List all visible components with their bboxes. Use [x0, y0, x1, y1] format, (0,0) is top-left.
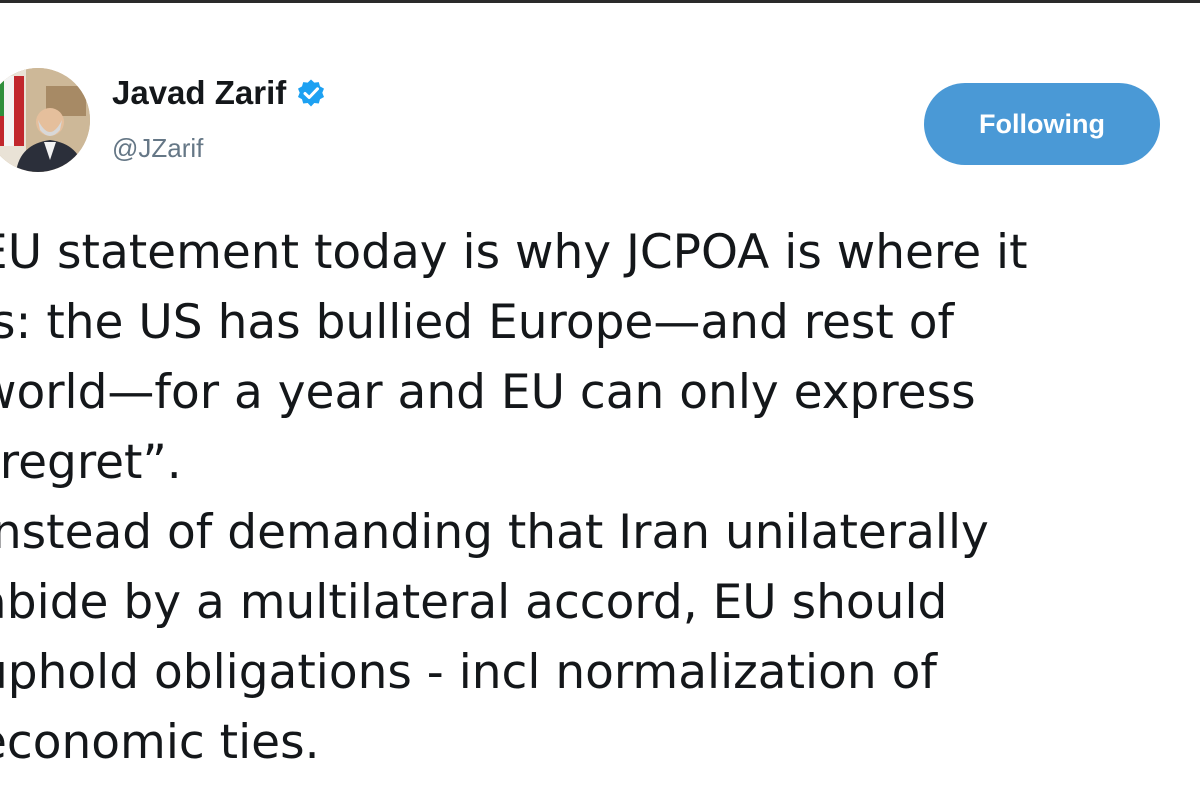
tweet-text-line: EU statement today is why JCPOA is where…: [0, 225, 1028, 280]
top-divider: [0, 0, 1200, 3]
tweet-text-line: economic ties.: [0, 715, 320, 770]
tweet-text-line: Instead of demanding that Iran unilatera…: [0, 505, 989, 560]
tweet-text-line: is: the US has bullied Europe—and rest o…: [0, 295, 955, 350]
avatar[interactable]: [0, 68, 90, 172]
tweet-text-line: uphold obligations - incl normalization …: [0, 645, 937, 700]
following-button[interactable]: Following: [924, 83, 1160, 165]
author-name-row: Javad Zarif: [112, 76, 326, 109]
tweet-text-line: world—for a year and EU can only express: [0, 365, 976, 420]
verified-badge-icon: [296, 78, 326, 108]
tweet-text: EU statement today is why JCPOA is where…: [0, 218, 1200, 778]
tweet-text-line: “regret”.: [0, 435, 182, 490]
tweet-text-line: abide by a multilateral accord, EU shoul…: [0, 575, 948, 630]
avatar-photo: [0, 68, 90, 172]
author-display-name[interactable]: Javad Zarif: [112, 76, 286, 109]
author-handle[interactable]: @JZarif: [112, 135, 203, 161]
tweet-card: Javad Zarif @JZarif Following EU stateme…: [0, 0, 1200, 800]
